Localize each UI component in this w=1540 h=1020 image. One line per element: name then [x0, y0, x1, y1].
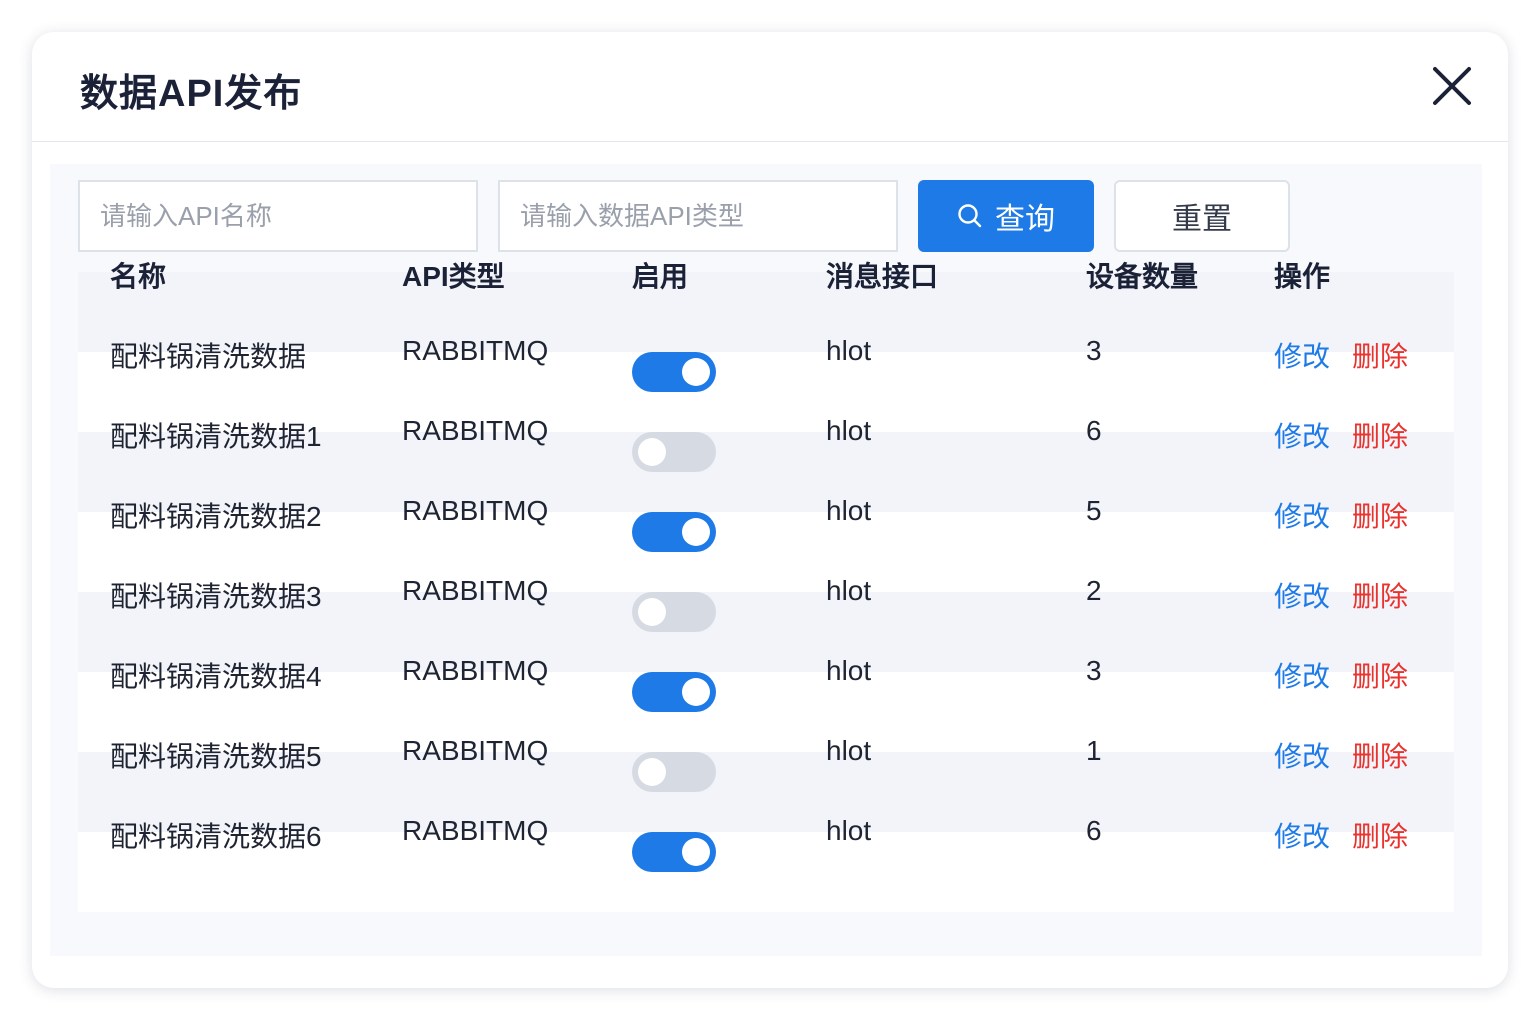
row-name: 配料锅清洗数据2	[110, 501, 322, 532]
row-name: 配料锅清洗数据3	[110, 581, 322, 612]
search-icon	[958, 204, 982, 228]
edit-link[interactable]: 修改	[1274, 335, 1330, 375]
toggle-knob	[682, 838, 710, 866]
row-actions: 修改 删除	[1274, 735, 1408, 775]
enable-toggle[interactable]	[632, 752, 716, 792]
reset-button-label: 重置	[1172, 203, 1232, 236]
toggle-knob	[682, 358, 710, 386]
delete-link[interactable]: 删除	[1352, 815, 1408, 855]
row-device-count: 2	[1086, 575, 1102, 606]
row-name: 配料锅清洗数据	[110, 341, 307, 372]
row-actions: 修改 删除	[1274, 415, 1408, 455]
row-actions: 修改 删除	[1274, 655, 1408, 695]
delete-link[interactable]: 删除	[1352, 335, 1408, 375]
row-api-type: RABBITMQ	[402, 655, 549, 686]
query-button[interactable]: 查询	[918, 180, 1094, 252]
column-header-actions: 操作	[1274, 261, 1331, 292]
row-api-type: RABBITMQ	[402, 575, 549, 606]
row-api-type: RABBITMQ	[402, 335, 549, 366]
edit-link[interactable]: 修改	[1274, 575, 1330, 615]
row-name: 配料锅清洗数据6	[110, 821, 322, 852]
edit-link[interactable]: 修改	[1274, 815, 1330, 855]
row-device-count: 6	[1086, 415, 1102, 446]
table-row: 配料锅清洗数据6 RABBITMQ hlot 6 修改 删除	[78, 815, 1454, 912]
api-table: 名称 API类型 启用 消息接口 设备数量 操作 配料锅清洗数据 RABBITMQ…	[78, 261, 1454, 912]
enable-toggle[interactable]	[632, 832, 716, 872]
table-rows: 配料锅清洗数据 RABBITMQ hlot 3 修改 删除 配料锅清洗数据1 RABBITMQ…	[78, 335, 1454, 912]
api-name-input[interactable]	[78, 180, 478, 252]
dialog-header: 数据API发布	[32, 32, 1508, 142]
row-actions: 修改 删除	[1274, 335, 1408, 375]
row-device-count: 5	[1086, 495, 1102, 526]
query-button-label: 查询	[995, 203, 1055, 236]
row-interface: hlot	[826, 815, 872, 846]
column-header-interface: 消息接口	[826, 261, 939, 292]
edit-link[interactable]: 修改	[1274, 735, 1330, 775]
row-interface: hlot	[826, 495, 872, 526]
enable-toggle[interactable]	[632, 512, 716, 552]
row-actions: 修改 删除	[1274, 815, 1408, 855]
edit-link[interactable]: 修改	[1274, 655, 1330, 695]
delete-link[interactable]: 删除	[1352, 655, 1408, 695]
row-interface: hlot	[826, 575, 872, 606]
row-device-count: 3	[1086, 655, 1102, 686]
row-device-count: 3	[1086, 335, 1102, 366]
search-toolbar: 查询 重置	[78, 180, 1290, 252]
row-api-type: RABBITMQ	[402, 415, 549, 446]
close-icon	[1433, 67, 1471, 105]
row-actions: 修改 删除	[1274, 575, 1408, 615]
delete-link[interactable]: 删除	[1352, 495, 1408, 535]
row-interface: hlot	[826, 335, 872, 366]
toggle-knob	[638, 438, 666, 466]
toggle-knob	[638, 758, 666, 786]
row-actions: 修改 删除	[1274, 495, 1408, 535]
row-interface: hlot	[826, 735, 872, 766]
enable-toggle[interactable]	[632, 432, 716, 472]
enable-toggle[interactable]	[632, 592, 716, 632]
column-header-device-count: 设备数量	[1086, 261, 1199, 292]
row-device-count: 1	[1086, 735, 1102, 766]
delete-link[interactable]: 删除	[1352, 575, 1408, 615]
column-header-name: 名称	[110, 261, 167, 292]
column-header-api-type: API类型	[402, 261, 505, 292]
dialog-title: 数据API发布	[80, 73, 303, 115]
api-publish-dialog: 数据API发布 查询 重置 名称	[32, 32, 1508, 988]
enable-toggle[interactable]	[632, 352, 716, 392]
edit-link[interactable]: 修改	[1274, 495, 1330, 535]
row-name: 配料锅清洗数据4	[110, 661, 322, 692]
toggle-knob	[682, 518, 710, 546]
delete-link[interactable]: 删除	[1352, 735, 1408, 775]
row-api-type: RABBITMQ	[402, 815, 549, 846]
close-button[interactable]	[1432, 66, 1472, 106]
row-device-count: 6	[1086, 815, 1102, 846]
reset-button[interactable]: 重置	[1114, 180, 1290, 252]
column-header-enabled: 启用	[632, 261, 689, 292]
row-interface: hlot	[826, 655, 872, 686]
row-api-type: RABBITMQ	[402, 495, 549, 526]
dialog-body: 查询 重置 名称 API类型 启用 消息接口 设备数量 操作 配料锅清洗数据 RA…	[50, 164, 1482, 956]
row-name: 配料锅清洗数据1	[110, 421, 322, 452]
api-type-input[interactable]	[498, 180, 898, 252]
row-name: 配料锅清洗数据5	[110, 741, 322, 772]
enable-toggle[interactable]	[632, 672, 716, 712]
toggle-knob	[638, 598, 666, 626]
row-api-type: RABBITMQ	[402, 735, 549, 766]
toggle-knob	[682, 678, 710, 706]
edit-link[interactable]: 修改	[1274, 415, 1330, 455]
delete-link[interactable]: 删除	[1352, 415, 1408, 455]
row-interface: hlot	[826, 415, 872, 446]
